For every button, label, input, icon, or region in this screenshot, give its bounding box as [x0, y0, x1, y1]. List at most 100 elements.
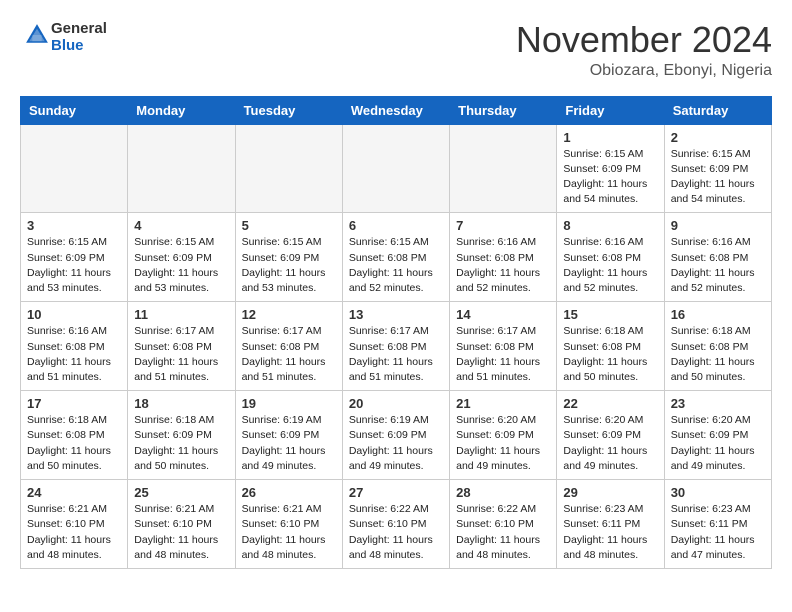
calendar-cell: 5 Sunrise: 6:15 AMSunset: 6:09 PMDaylight…: [235, 213, 342, 302]
calendar-cell: 21Sunrise: 6:20 AMSunset: 6:09 PMDayligh…: [450, 391, 557, 480]
calendar-cell: 29 Sunrise: 6:23 AMSunset: 6:11 PMDayligh…: [557, 480, 664, 569]
day-info: Sunrise: 6:20 AMSunset: 6:09 PMDaylight:…: [563, 413, 657, 474]
day-info: Sunrise: 6:23 AMSunset: 6:11 PMDaylight:…: [563, 502, 657, 563]
calendar-cell: 13 Sunrise: 6:17 AMSunset: 6:08 PMDayligh…: [342, 302, 449, 391]
calendar-cell: [450, 124, 557, 213]
logo-general: General: [51, 20, 107, 37]
day-info: Sunrise: 6:17 AMSunset: 6:08 PMDaylight:…: [456, 324, 550, 385]
day-info: Sunrise: 6:15 AMSunset: 6:09 PMDaylight:…: [242, 235, 336, 296]
calendar-cell: 8 Sunrise: 6:16 AMSunset: 6:08 PMDaylight…: [557, 213, 664, 302]
day-info: Sunrise: 6:16 AMSunset: 6:08 PMDaylight:…: [456, 235, 550, 296]
day-info: Sunrise: 6:16 AMSunset: 6:08 PMDaylight:…: [671, 235, 765, 296]
day-number: 7: [456, 218, 550, 233]
calendar-cell: 1Sunrise: 6:15 AMSunset: 6:09 PMDaylight…: [557, 124, 664, 213]
day-info: Sunrise: 6:21 AMSunset: 6:10 PMDaylight:…: [27, 502, 121, 563]
day-info: Sunrise: 6:22 AMSunset: 6:10 PMDaylight:…: [456, 502, 550, 563]
day-info: Sunrise: 6:20 AMSunset: 6:09 PMDaylight:…: [456, 413, 550, 474]
title-block: November 2024 Obiozara, Ebonyi, Nigeria: [516, 20, 772, 80]
calendar-cell: 3 Sunrise: 6:15 AMSunset: 6:09 PMDaylight…: [21, 213, 128, 302]
day-info: Sunrise: 6:15 AMSunset: 6:08 PMDaylight:…: [349, 235, 443, 296]
day-info: Sunrise: 6:17 AMSunset: 6:08 PMDaylight:…: [134, 324, 228, 385]
calendar-week-0: 1 Sunrise: 6:15 AMSunset: 6:09 PMDaylight…: [21, 124, 772, 213]
calendar-cell: 20 Sunrise: 6:19 AMSunset: 6:09 PMDayligh…: [342, 391, 449, 480]
day-info: Sunrise: 6:23 AMSunset: 6:11 PMDaylight:…: [671, 502, 765, 563]
weekday-header-sunday: Sunday: [21, 96, 128, 124]
day-info: Sunrise: 6:18 AMSunset: 6:09 PMDaylight:…: [134, 413, 228, 474]
calendar-header: SundayMondayTuesdayWednesdayThursdayFrid…: [21, 96, 772, 124]
logo-blue: Blue: [51, 37, 84, 54]
calendar-cell: [21, 124, 128, 213]
day-info: Sunrise: 6:15 AMSunset: 6:09 PMDaylight:…: [27, 235, 121, 296]
day-number: 3: [27, 218, 121, 233]
day-number: 6: [349, 218, 443, 233]
day-info: Sunrise: 6:19 AMSunset: 6:09 PMDaylight:…: [242, 413, 336, 474]
weekday-header-thursday: Thursday: [450, 96, 557, 124]
day-info: Sunrise: 6:17 AMSunset: 6:08 PMDaylight:…: [349, 324, 443, 385]
calendar-cell: 30 Sunrise: 6:23 AMSunset: 6:11 PMDayligh…: [664, 480, 771, 569]
calendar-cell: 6 Sunrise: 6:15 AMSunset: 6:08 PMDaylight…: [342, 213, 449, 302]
calendar-cell: 2 Sunrise: 6:15 AMSunset: 6:09 PMDaylight…: [664, 124, 771, 213]
weekday-header-monday: Monday: [128, 96, 235, 124]
weekday-header-friday: Friday: [557, 96, 664, 124]
logo: General Blue: [20, 20, 107, 55]
calendar-cell: 28 Sunrise: 6:22 AMSunset: 6:10 PMDayligh…: [450, 480, 557, 569]
day-number: 26: [242, 485, 336, 500]
calendar-cell: 14Sunrise: 6:17 AMSunset: 6:08 PMDayligh…: [450, 302, 557, 391]
calendar-cell: 25 Sunrise: 6:21 AMSunset: 6:10 PMDayligh…: [128, 480, 235, 569]
calendar-week-4: 24 Sunrise: 6:21 AMSunset: 6:10 PMDayligh…: [21, 480, 772, 569]
calendar-body: 1 Sunrise: 6:15 AMSunset: 6:09 PMDaylight…: [21, 124, 772, 568]
calendar-cell: 26 Sunrise: 6:21 AMSunset: 6:10 PMDayligh…: [235, 480, 342, 569]
day-info: Sunrise: 6:15 AMSunset: 6:09 PMDaylight:…: [671, 147, 765, 208]
calendar-week-1: 3 Sunrise: 6:15 AMSunset: 6:09 PMDaylight…: [21, 213, 772, 302]
calendar-cell: 12Sunrise: 6:17 AMSunset: 6:08 PMDayligh…: [235, 302, 342, 391]
day-number: 28: [456, 485, 550, 500]
day-info: Sunrise: 6:18 AMSunset: 6:08 PMDaylight:…: [563, 324, 657, 385]
day-info: Sunrise: 6:18 AMSunset: 6:08 PMDaylight:…: [27, 413, 121, 474]
day-info: Sunrise: 6:16 AMSunset: 6:08 PMDaylight:…: [27, 324, 121, 385]
day-info: Sunrise: 6:20 AMSunset: 6:09 PMDaylight:…: [671, 413, 765, 474]
day-number: 30: [671, 485, 765, 500]
day-number: 1: [563, 130, 657, 145]
calendar-cell: 18Sunrise: 6:18 AMSunset: 6:09 PMDayligh…: [128, 391, 235, 480]
day-number: 25: [134, 485, 228, 500]
day-info: Sunrise: 6:18 AMSunset: 6:08 PMDaylight:…: [671, 324, 765, 385]
day-number: 8: [563, 218, 657, 233]
day-number: 4: [134, 218, 228, 233]
day-number: 20: [349, 396, 443, 411]
calendar-table: SundayMondayTuesdayWednesdayThursdayFrid…: [20, 96, 772, 569]
day-number: 24: [27, 485, 121, 500]
calendar-cell: 22 Sunrise: 6:20 AMSunset: 6:09 PMDayligh…: [557, 391, 664, 480]
calendar-cell: [128, 124, 235, 213]
calendar-cell: 23Sunrise: 6:20 AMSunset: 6:09 PMDayligh…: [664, 391, 771, 480]
calendar-cell: [342, 124, 449, 213]
page: General Blue November 2024 Obiozara, Ebo…: [0, 0, 792, 579]
calendar-cell: 7 Sunrise: 6:16 AMSunset: 6:08 PMDaylight…: [450, 213, 557, 302]
day-info: Sunrise: 6:21 AMSunset: 6:10 PMDaylight:…: [242, 502, 336, 563]
page-title: November 2024: [516, 20, 772, 60]
day-number: 16: [671, 307, 765, 322]
calendar-cell: 9Sunrise: 6:16 AMSunset: 6:08 PMDaylight…: [664, 213, 771, 302]
calendar-cell: 17Sunrise: 6:18 AMSunset: 6:08 PMDayligh…: [21, 391, 128, 480]
day-number: 22: [563, 396, 657, 411]
day-info: Sunrise: 6:19 AMSunset: 6:09 PMDaylight:…: [349, 413, 443, 474]
day-number: 13: [349, 307, 443, 322]
calendar-cell: 16 Sunrise: 6:18 AMSunset: 6:08 PMDayligh…: [664, 302, 771, 391]
weekday-header-tuesday: Tuesday: [235, 96, 342, 124]
page-subtitle: Obiozara, Ebonyi, Nigeria: [516, 62, 772, 80]
day-number: 29: [563, 485, 657, 500]
day-info: Sunrise: 6:21 AMSunset: 6:10 PMDaylight:…: [134, 502, 228, 563]
calendar-cell: 10Sunrise: 6:16 AMSunset: 6:08 PMDayligh…: [21, 302, 128, 391]
day-info: Sunrise: 6:16 AMSunset: 6:08 PMDaylight:…: [563, 235, 657, 296]
day-info: Sunrise: 6:17 AMSunset: 6:08 PMDaylight:…: [242, 324, 336, 385]
day-number: 11: [134, 307, 228, 322]
weekday-row: SundayMondayTuesdayWednesdayThursdayFrid…: [21, 96, 772, 124]
day-number: 15: [563, 307, 657, 322]
calendar-cell: 15 Sunrise: 6:18 AMSunset: 6:08 PMDayligh…: [557, 302, 664, 391]
day-info: Sunrise: 6:15 AMSunset: 6:09 PMDaylight:…: [134, 235, 228, 296]
header: General Blue November 2024 Obiozara, Ebo…: [20, 20, 772, 80]
day-number: 5: [242, 218, 336, 233]
calendar-cell: 27Sunrise: 6:22 AMSunset: 6:10 PMDayligh…: [342, 480, 449, 569]
logo-icon: [23, 21, 51, 49]
day-number: 2: [671, 130, 765, 145]
calendar-week-3: 17Sunrise: 6:18 AMSunset: 6:08 PMDayligh…: [21, 391, 772, 480]
